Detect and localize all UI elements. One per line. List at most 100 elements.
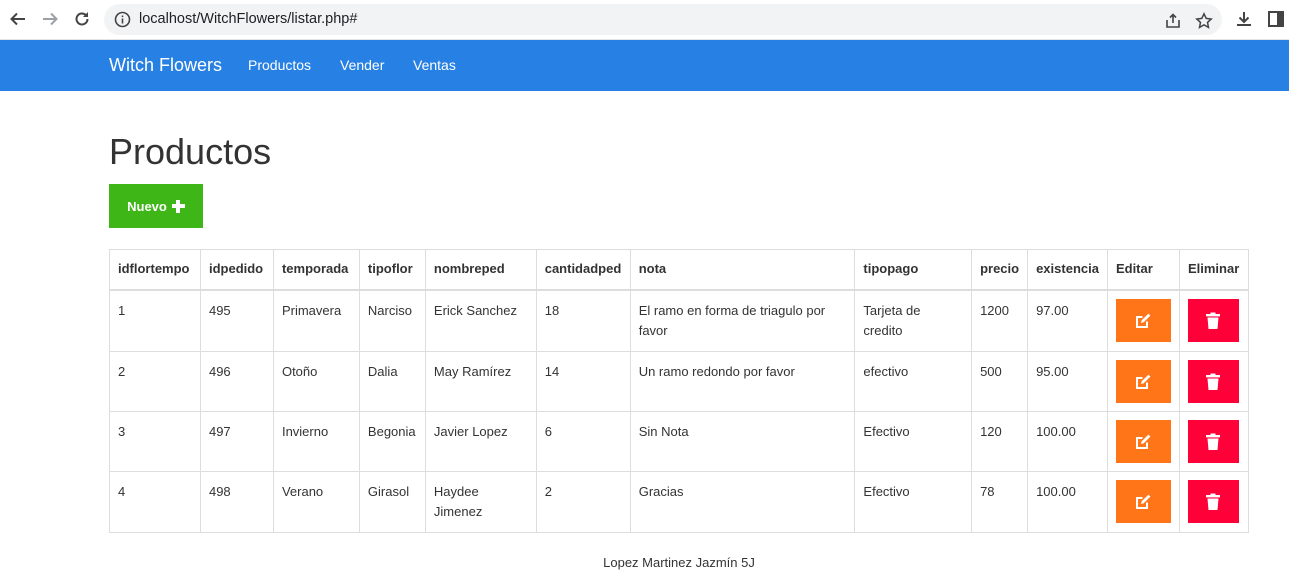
table-header-row: idflortempo idpedido temporada tipoflor … [109, 249, 1250, 291]
new-product-button[interactable]: Nuevo [109, 184, 203, 228]
delete-cell [1178, 289, 1250, 352]
table-row: 1 495 Primavera Narciso Erick Sanchez 18 El ra… [109, 289, 1250, 352]
edit-button[interactable] [1115, 299, 1171, 342]
table-row: 3 497 Invierno Begonia Javier Lopez 6 Sin Nota… [109, 411, 1250, 472]
side-panel-icon[interactable] [1266, 9, 1286, 29]
table-cell: 100.00 [1027, 411, 1108, 472]
nav-link-vender[interactable]: Vender [340, 57, 384, 73]
edit-cell [1106, 471, 1180, 533]
edit-icon [1134, 373, 1152, 391]
plus-icon [171, 199, 185, 213]
brand-link[interactable]: Witch Flowers [109, 55, 222, 76]
url-text: localhost/WitchFlowers/listar.php# [139, 11, 358, 27]
column-header: tipoflor [358, 249, 426, 291]
table-cell: 496 [199, 351, 274, 412]
forward-icon[interactable] [39, 8, 61, 30]
table-cell: Javier Lopez [424, 411, 537, 472]
edit-icon [1134, 493, 1152, 511]
table-cell: 100.00 [1027, 471, 1108, 533]
table-cell: Begonia [358, 411, 426, 472]
table-cell: Verano [272, 471, 360, 533]
table-cell: El ramo en forma de triagulo por favor [629, 289, 856, 352]
delete-button[interactable] [1187, 360, 1239, 403]
table-cell: Un ramo redondo por favor [629, 351, 856, 412]
reload-icon[interactable] [71, 8, 93, 30]
table-cell: Invierno [272, 411, 360, 472]
table-cell: 14 [535, 351, 631, 412]
bookmark-star-icon[interactable] [1195, 12, 1213, 30]
address-bar[interactable]: localhost/WitchFlowers/listar.php# [104, 4, 1222, 35]
edit-button[interactable] [1115, 360, 1171, 403]
table-cell: Otoño [272, 351, 360, 412]
products-table: idflortempo idpedido temporada tipoflor … [109, 249, 1250, 533]
edit-cell [1106, 411, 1180, 472]
table-cell: 1200 [971, 289, 1029, 352]
back-icon[interactable] [7, 8, 29, 30]
column-header: Editar [1106, 249, 1180, 291]
trash-icon [1205, 312, 1221, 330]
table-cell: 4 [109, 471, 201, 533]
table-cell: efectivo [854, 351, 973, 412]
table-cell: 1 [109, 289, 201, 352]
column-header: idpedido [199, 249, 274, 291]
table-cell: Primavera [272, 289, 360, 352]
delete-cell [1178, 411, 1250, 472]
edit-button[interactable] [1115, 420, 1171, 463]
table-cell: Tarjeta de credito [854, 289, 973, 352]
download-icon[interactable] [1234, 9, 1254, 29]
table-cell: 97.00 [1027, 289, 1108, 352]
table-cell: Haydee Jimenez [424, 471, 537, 533]
edit-icon [1134, 433, 1152, 451]
table-cell: 2 [109, 351, 201, 412]
delete-cell [1178, 351, 1250, 412]
column-header: temporada [272, 249, 360, 291]
table-cell: 6 [535, 411, 631, 472]
nav-link-ventas[interactable]: Ventas [413, 57, 456, 73]
table-cell: 78 [971, 471, 1029, 533]
column-header: tipopago [854, 249, 973, 291]
share-icon[interactable] [1164, 12, 1182, 30]
table-cell: 2 [535, 471, 631, 533]
column-header: existencia [1027, 249, 1108, 291]
trash-icon [1205, 493, 1221, 511]
trash-icon [1205, 373, 1221, 391]
nav-link-productos[interactable]: Productos [248, 57, 311, 73]
column-header: precio [971, 249, 1029, 291]
column-header: nota [629, 249, 856, 291]
column-header: idflortempo [109, 249, 201, 291]
table-cell: 120 [971, 411, 1029, 472]
table-cell: Dalia [358, 351, 426, 412]
edit-cell [1106, 289, 1180, 352]
table-cell: 498 [199, 471, 274, 533]
delete-button[interactable] [1187, 480, 1239, 523]
table-row: 2 496 Otoño Dalia May Ramírez 14 Un ramo redon… [109, 351, 1250, 412]
table-cell: 500 [971, 351, 1029, 412]
table-cell: Narciso [358, 289, 426, 352]
trash-icon [1205, 433, 1221, 451]
edit-button[interactable] [1115, 480, 1171, 523]
table-cell: Girasol [358, 471, 426, 533]
table-cell: 497 [199, 411, 274, 472]
table-cell: 3 [109, 411, 201, 472]
table-cell: May Ramírez [424, 351, 537, 412]
table-cell: 495 [199, 289, 274, 352]
browser-toolbar: localhost/WitchFlowers/listar.php# [0, 0, 1289, 40]
info-icon[interactable] [114, 11, 131, 28]
delete-cell [1178, 471, 1250, 533]
column-header: nombreped [424, 249, 537, 291]
delete-button[interactable] [1187, 299, 1239, 342]
table-cell: Gracias [629, 471, 856, 533]
edit-icon [1134, 312, 1152, 330]
table-row: 4 498 Verano Girasol Haydee Jimenez 2 Gracias E… [109, 471, 1250, 533]
page-title: Productos [109, 131, 272, 172]
table-cell: 95.00 [1027, 351, 1108, 412]
table-cell: Efectivo [854, 411, 973, 472]
delete-button[interactable] [1187, 420, 1239, 463]
table-cell: Sin Nota [629, 411, 856, 472]
column-header: Eliminar [1178, 249, 1250, 291]
new-button-label: Nuevo [127, 198, 167, 214]
table-cell: 18 [535, 289, 631, 352]
table-cell: Erick Sanchez [424, 289, 537, 352]
edit-cell [1106, 351, 1180, 412]
app-navbar: Witch Flowers Productos Vender Ventas [0, 40, 1289, 91]
